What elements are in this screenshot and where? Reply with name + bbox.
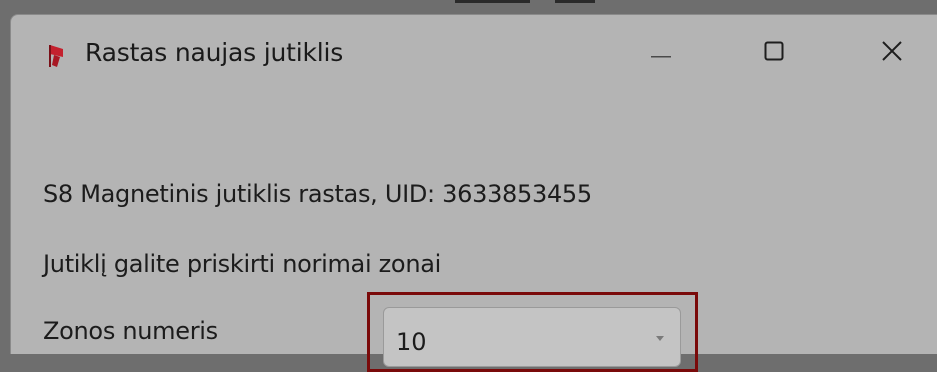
chevron-down-icon — [656, 336, 664, 341]
window-title: Rastas naujas jutiklis — [85, 38, 344, 67]
screen: { "window": { "title": "Rastas naujas ju… — [0, 0, 937, 372]
sensor-found-dialog: Rastas naujas jutiklis S8 Magnetinis jut… — [10, 14, 937, 372]
zone-number-value: 10 — [396, 328, 427, 356]
minimize-icon — [651, 44, 671, 63]
minimize-button[interactable] — [636, 35, 686, 71]
title-bar[interactable]: Rastas naujas jutiklis — [11, 15, 937, 91]
zone-number-select[interactable]: 10 — [383, 307, 681, 367]
background-window-edge — [455, 0, 530, 3]
zone-number-label: Zonos numeris — [43, 317, 218, 345]
red-flag-app-icon — [47, 43, 65, 69]
maximize-button[interactable] — [749, 35, 799, 71]
assign-zone-message: Jutiklį galite priskirti norimai zonai — [43, 250, 442, 278]
sensor-found-message: S8 Magnetinis jutiklis rastas, UID: 3633… — [43, 180, 592, 208]
maximize-icon — [764, 41, 784, 65]
close-icon — [881, 40, 903, 66]
close-button[interactable] — [867, 35, 917, 71]
background-window-edge — [555, 0, 595, 3]
